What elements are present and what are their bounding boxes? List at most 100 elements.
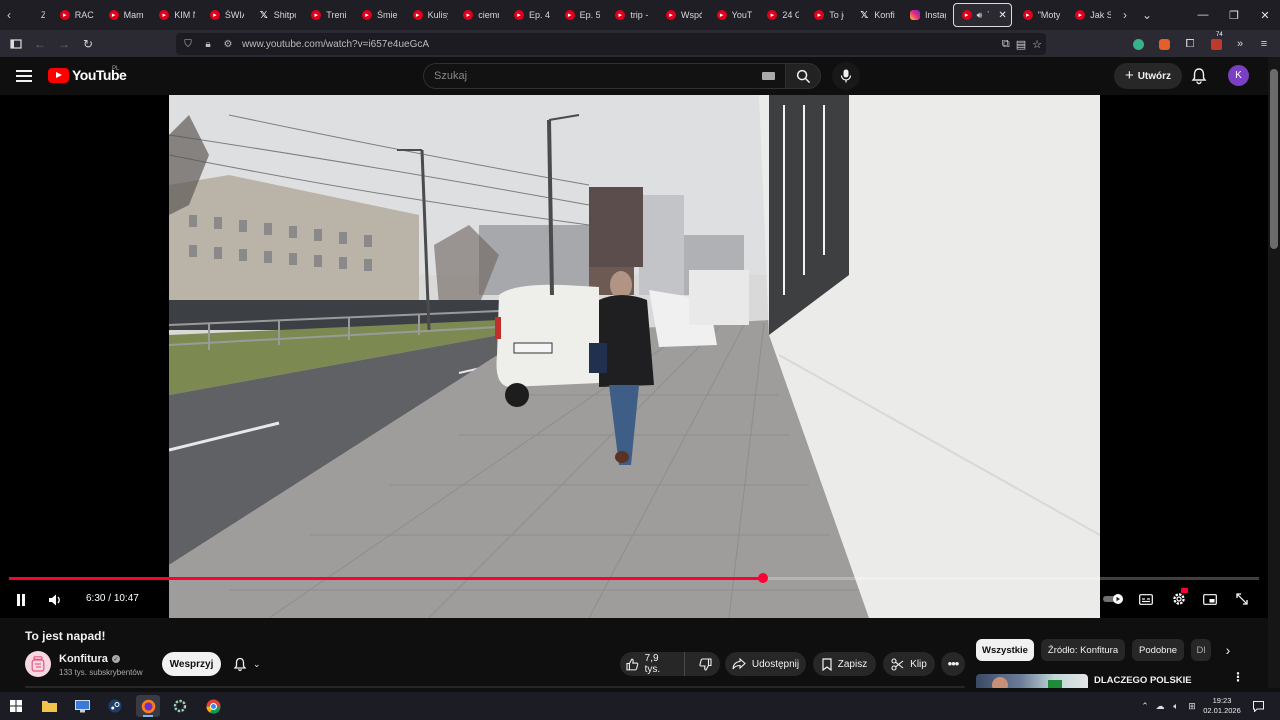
settings-button[interactable]: [1170, 588, 1188, 607]
browser-tab[interactable]: ▸ "Moty: [1015, 3, 1065, 27]
vpn-extension-icon[interactable]: [1127, 33, 1149, 55]
extension-with-badge-icon[interactable]: 74: [1205, 32, 1227, 55]
sidebar-toggle-icon[interactable]: [4, 32, 28, 56]
browser-tab[interactable]: ▸ ciemn: [455, 3, 503, 27]
windows-start-icon[interactable]: [4, 695, 28, 717]
tab-close-icon[interactable]: ✕: [998, 10, 1006, 21]
reader-view-icon[interactable]: ▤: [1016, 38, 1026, 51]
scrollbar-thumb[interactable]: [1270, 69, 1278, 249]
browser-tab[interactable]: ▸ 🔊︎ To j ✕: [952, 3, 1012, 27]
chip-all[interactable]: Wszystkie: [976, 639, 1034, 661]
video-frame[interactable]: [169, 95, 1100, 618]
chip-source-channel[interactable]: Źródło: Konfitura: [1041, 639, 1125, 661]
gear-app-icon[interactable]: [168, 695, 192, 717]
subtitles-button[interactable]: [1138, 592, 1154, 606]
search-button[interactable]: [785, 63, 821, 89]
autoplay-toggle[interactable]: [1102, 592, 1126, 606]
recommendation-menu-icon[interactable]: ⋮: [1232, 671, 1244, 687]
page-scrollbar[interactable]: [1268, 57, 1280, 688]
reload-icon[interactable]: ↻: [76, 32, 100, 56]
share-button[interactable]: Udostępnij: [725, 652, 806, 676]
cloud-sync-icon[interactable]: ☁: [1153, 692, 1167, 720]
browser-tab[interactable]: ▸ Trenin: [303, 3, 351, 27]
browser-tab[interactable]: ▸ Ep. 4: [506, 3, 554, 27]
subscription-notifications-button[interactable]: ⌄: [229, 652, 273, 676]
close-window-icon[interactable]: ✕: [1250, 0, 1280, 30]
browser-tab[interactable]: ZM: [18, 3, 49, 27]
volume-tray-icon[interactable]: 🔈︎: [1169, 692, 1183, 720]
tab-audio-playing-icon[interactable]: 🔊︎: [977, 10, 983, 21]
taskbar-clock[interactable]: 19:23 02.01.2026: [1200, 696, 1244, 716]
lock-icon[interactable]: 🔒︎: [202, 39, 214, 50]
browser-tab[interactable]: ▸ trip -: [607, 3, 655, 27]
browser-tab[interactable]: ▸ ŚWIĄ: [202, 3, 248, 27]
list-all-tabs-icon[interactable]: ⌄: [1138, 0, 1156, 30]
create-button[interactable]: + Utwórz: [1114, 63, 1182, 89]
restore-icon[interactable]: ❐: [1219, 0, 1249, 30]
firefox-icon[interactable]: [136, 695, 160, 717]
chrome-icon[interactable]: [201, 695, 225, 717]
support-button[interactable]: Wesprzyj: [162, 652, 221, 676]
network-tray-icon[interactable]: ⊞: [1185, 692, 1199, 720]
forward-arrow-icon[interactable]: →: [52, 32, 76, 56]
channel-name[interactable]: Konfitura ✓: [59, 653, 120, 665]
browser-tab[interactable]: ▸ Śmier: [354, 3, 402, 27]
keyboard-icon[interactable]: [762, 72, 775, 80]
picture-in-picture-icon[interactable]: ⧉: [1002, 38, 1010, 51]
browser-tab[interactable]: ▸ RACH: [52, 3, 98, 27]
extensions-puzzle-icon[interactable]: ⧠: [1179, 33, 1201, 55]
like-button[interactable]: 7,9 tys.: [620, 652, 685, 676]
steam-icon[interactable]: [103, 695, 127, 717]
voice-search-button[interactable]: [832, 62, 860, 90]
chip-related[interactable]: Podobne: [1132, 639, 1184, 661]
chip-truncated[interactable]: Dl: [1191, 639, 1211, 661]
clip-button[interactable]: Klip: [883, 652, 935, 676]
bookmark-star-icon[interactable]: ☆: [1032, 38, 1042, 51]
overflow-chevrons-icon[interactable]: »: [1229, 33, 1251, 55]
fox-extension-icon[interactable]: [1153, 33, 1175, 55]
fullscreen-button[interactable]: [1234, 592, 1250, 606]
notifications-bell-icon[interactable]: [1190, 67, 1208, 85]
more-actions-button[interactable]: •••: [941, 652, 965, 676]
browser-tab[interactable]: 𝕏 Konfit: [851, 3, 899, 27]
browser-tab[interactable]: ▸ Wspó: [658, 3, 706, 27]
app-menu-icon[interactable]: ≡: [1253, 33, 1275, 55]
browser-tab[interactable]: ▸ Jak Sł: [1067, 3, 1115, 27]
description-box-edge[interactable]: [25, 686, 965, 688]
url-text[interactable]: www.youtube.com/watch?v=i657e4ueGcA: [242, 39, 429, 50]
search-input[interactable]: [434, 70, 754, 82]
video-progress-bar[interactable]: [9, 573, 1259, 583]
tab-scroll-right-icon[interactable]: ›: [1116, 0, 1134, 30]
chips-next-chevron-icon[interactable]: ›: [1220, 641, 1236, 659]
computer-app-icon[interactable]: [70, 695, 94, 717]
permissions-icon[interactable]: ⚙︎: [222, 39, 234, 50]
dislike-button[interactable]: [691, 657, 720, 671]
show-hidden-icons-chevron[interactable]: ⌃: [1138, 692, 1152, 720]
browser-tab[interactable]: ▸ To jes: [806, 3, 848, 27]
save-button[interactable]: Zapisz: [813, 652, 876, 676]
browser-tab[interactable]: Instag: [902, 3, 950, 27]
video-player[interactable]: 6:30 / 10:47: [0, 95, 1268, 618]
guide-menu-icon[interactable]: [14, 67, 34, 85]
browser-tab[interactable]: ▸ YouTu: [709, 3, 757, 27]
channel-name-text[interactable]: Konfitura: [59, 653, 108, 665]
recommendation-title[interactable]: DLACZEGO POLSKIE MIASTA SĄ BRZYDKIE?: [1094, 674, 1224, 688]
browser-tab[interactable]: ▸ Ep. 5: [557, 3, 605, 27]
back-arrow-icon[interactable]: ←: [28, 32, 52, 56]
pause-button[interactable]: [12, 592, 30, 608]
shield-icon[interactable]: ⛉: [182, 39, 194, 50]
browser-tab[interactable]: ▸ Kulisy: [405, 3, 453, 27]
file-explorer-icon[interactable]: [37, 695, 61, 717]
recommendation-thumbnail[interactable]: [976, 674, 1088, 688]
channel-avatar[interactable]: [25, 651, 51, 677]
notification-center-icon[interactable]: [1250, 692, 1266, 720]
tab-scroll-left-icon[interactable]: ‹: [0, 0, 18, 30]
browser-tab[interactable]: ▸ 24 Go: [759, 3, 803, 27]
browser-tab[interactable]: 𝕏 Shitpo: [251, 3, 301, 27]
browser-tab[interactable]: ▸ KIM N: [151, 3, 199, 27]
browser-tab[interactable]: ▸ Mama: [101, 3, 149, 27]
miniplayer-button[interactable]: [1202, 592, 1218, 606]
account-avatar[interactable]: K: [1228, 65, 1249, 86]
minimize-icon[interactable]: —: [1188, 0, 1218, 30]
volume-button[interactable]: [46, 592, 64, 608]
